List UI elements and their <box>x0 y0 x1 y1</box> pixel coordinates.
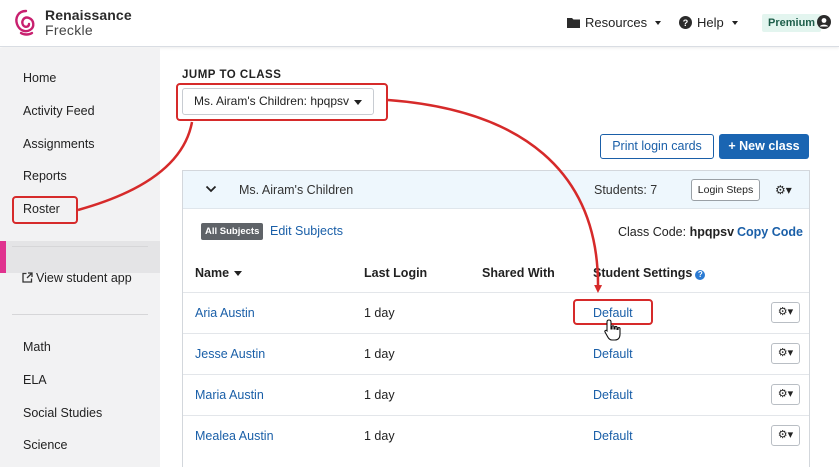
jump-selected-value: Ms. Airam's Children: hpqpsv <box>194 94 350 108</box>
top-header: Renaissance Freckle Resources ? Help Pre… <box>0 0 839 47</box>
class-panel-header[interactable]: Ms. Airam's Children Students: 7 Login S… <box>183 171 809 209</box>
sidebar-item-reports[interactable]: Reports <box>23 169 67 183</box>
student-settings-link[interactable]: Default <box>593 347 633 361</box>
chevron-down-icon <box>655 20 662 25</box>
sidebar-item-roster[interactable]: Roster <box>23 202 60 216</box>
sidebar-divider <box>12 246 148 247</box>
row-gear-icon[interactable]: ⚙▾ <box>771 302 800 323</box>
last-login: 1 day <box>364 388 395 402</box>
class-code: Class Code: hpqpsv <box>618 225 734 239</box>
column-header-name-label: Name <box>195 266 230 280</box>
brand-line2: Freckle <box>45 22 93 38</box>
row-gear-icon[interactable]: ⚙▾ <box>771 384 800 405</box>
sidebar-item-ela[interactable]: ELA <box>23 373 47 387</box>
table-row: Jesse Austin 1 day Default ⚙▾ <box>183 333 809 374</box>
jump-to-class-select[interactable]: Ms. Airam's Children: hpqpsv <box>182 88 374 115</box>
question-circle-icon: ? <box>679 16 692 29</box>
folder-icon <box>567 18 580 28</box>
print-login-cards-button[interactable]: Print login cards <box>600 134 714 159</box>
last-login: 1 day <box>364 306 395 320</box>
sidebar-item-home[interactable]: Home <box>23 71 56 85</box>
class-name: Ms. Airam's Children <box>239 183 354 197</box>
table-row: Mealea Austin 1 day Default ⚙▾ <box>183 415 809 456</box>
chevron-down-icon[interactable] <box>205 183 217 195</box>
column-header-name[interactable]: Name <box>195 266 243 280</box>
sidebar-item-assignments[interactable]: Assignments <box>23 137 95 151</box>
sidebar-divider <box>12 314 148 315</box>
all-subjects-badge: All Subjects <box>201 223 264 240</box>
column-header-student-settings-label: Student Settings <box>593 266 693 280</box>
help-menu[interactable]: ? Help <box>679 15 738 30</box>
class-settings-gear-icon[interactable]: ⚙▾ <box>775 183 792 197</box>
column-header-student-settings: Student Settings? <box>593 266 706 280</box>
class-panel: Ms. Airam's Children Students: 7 Login S… <box>182 170 810 467</box>
resources-label: Resources <box>585 15 648 30</box>
sidebar: Home Activity Feed Assignments Reports R… <box>0 48 160 467</box>
sidebar-active-indicator <box>0 241 6 273</box>
sidebar-item-social-studies[interactable]: Social Studies <box>23 406 102 420</box>
student-name-link[interactable]: Jesse Austin <box>195 347 265 361</box>
help-label: Help <box>697 15 724 30</box>
edit-subjects-link[interactable]: Edit Subjects <box>270 224 343 238</box>
sidebar-item-science[interactable]: Science <box>23 438 67 452</box>
resources-menu[interactable]: Resources <box>567 15 662 30</box>
sidebar-item-activity-feed[interactable]: Activity Feed <box>23 104 95 118</box>
user-account-icon[interactable] <box>817 15 831 29</box>
chevron-down-icon <box>354 100 362 105</box>
student-settings-link[interactable]: Default <box>593 388 633 402</box>
student-name-link[interactable]: Maria Austin <box>195 388 264 402</box>
login-steps-button[interactable]: Login Steps <box>691 179 760 201</box>
brand-line1: Renaissance <box>45 7 132 23</box>
sidebar-item-view-student-app[interactable]: View student app <box>22 271 132 285</box>
student-count: Students: 7 <box>594 183 658 197</box>
jump-to-class-label: JUMP TO CLASS <box>182 69 282 81</box>
student-name-link[interactable]: Mealea Austin <box>195 429 274 443</box>
column-header-shared-with: Shared With <box>482 266 555 280</box>
student-name-link[interactable]: Aria Austin <box>195 306 255 320</box>
chevron-down-icon <box>731 20 738 25</box>
sidebar-item-math[interactable]: Math <box>23 340 51 354</box>
sort-caret-icon <box>234 271 243 276</box>
last-login: 1 day <box>364 347 395 361</box>
row-gear-icon[interactable]: ⚙▾ <box>771 425 800 446</box>
student-settings-link[interactable]: Default <box>593 306 633 320</box>
external-link-icon <box>22 272 33 283</box>
copy-code-link[interactable]: Copy Code <box>737 225 803 239</box>
new-class-button[interactable]: + New class <box>719 134 809 159</box>
brand-name[interactable]: Renaissance Freckle <box>45 8 132 38</box>
table-row: Maria Austin 1 day Default ⚙▾ <box>183 374 809 415</box>
last-login: 1 day <box>364 429 395 443</box>
class-code-label: Class Code: <box>618 225 687 239</box>
premium-badge: Premium <box>762 14 822 32</box>
table-row: Aria Austin 1 day Default ⚙▾ <box>183 292 809 333</box>
student-settings-link[interactable]: Default <box>593 429 633 443</box>
view-student-app-label: View student app <box>36 271 132 285</box>
row-gear-icon[interactable]: ⚙▾ <box>771 343 800 364</box>
class-code-value: hpqpsv <box>689 225 735 239</box>
renaissance-logo-icon[interactable] <box>12 8 40 38</box>
column-header-last-login: Last Login <box>364 266 428 280</box>
svg-text:?: ? <box>683 18 689 28</box>
question-circle-icon[interactable]: ? <box>695 270 706 280</box>
